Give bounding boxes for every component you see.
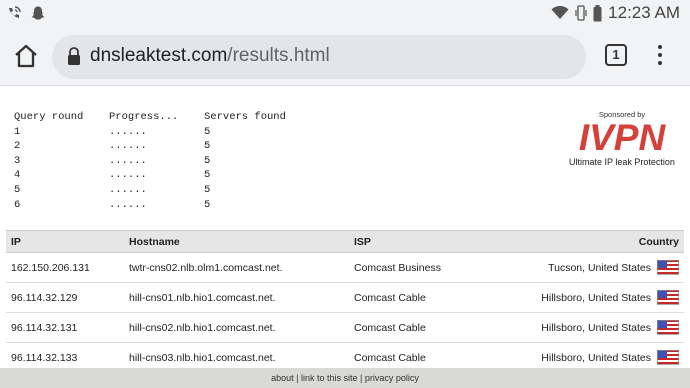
query-row: 1 ...... 5 [14, 125, 314, 140]
browser-toolbar: dnsleaktest.com/results.html 1 [0, 28, 690, 86]
tab-switcher-button[interactable]: 1 [605, 44, 627, 66]
table-row: 96.114.32.129 hill-cns01.nlb.hio1.comcas… [6, 282, 684, 313]
country-text: Tucson, United States [548, 261, 651, 274]
progress-cell: ...... [109, 198, 147, 211]
servers-found-cell: 5 [204, 169, 211, 182]
about-link[interactable]: about [271, 373, 294, 383]
ip-cell: 96.114.32.129 [6, 282, 124, 313]
wifi-call-icon [9, 6, 21, 18]
vibrate-icon [575, 5, 587, 21]
ip-cell: 96.114.32.131 [6, 312, 124, 343]
query-round-cell: 6 [14, 198, 21, 211]
ivpn-logo[interactable]: IVPN [566, 119, 678, 157]
ivpn-tagline: Ultimate IP leak Protection [569, 157, 675, 167]
status-right-icons: 12:23 AM [551, 3, 680, 23]
query-row: 6 ...... 5 [14, 198, 314, 213]
us-flag-icon [657, 290, 679, 305]
privacy-policy-link[interactable]: privacy policy [365, 373, 419, 383]
isp-cell: Comcast Cable [349, 282, 529, 313]
link-to-site-link[interactable]: link to this site [301, 373, 358, 383]
battery-icon [593, 4, 602, 21]
status-left-icons [6, 5, 46, 21]
url-domain: dnsleaktest.com [90, 45, 228, 66]
address-bar[interactable]: dnsleaktest.com/results.html [52, 35, 586, 79]
servers-found-cell: 5 [204, 125, 211, 138]
hostname-cell: hill-cns03.nlb.hio1.comcast.net. [124, 342, 349, 368]
progress-cell: ...... [109, 140, 147, 153]
progress-cell: ...... [109, 154, 147, 167]
us-flag-icon [657, 320, 679, 335]
country-cell: Hillsboro, United States [529, 282, 684, 313]
servers-found-cell: 5 [204, 198, 211, 211]
country-text: Hillsboro, United States [541, 291, 651, 304]
query-round-cell: 2 [14, 140, 21, 153]
progress-cell: ...... [109, 183, 147, 196]
query-row: 5 ...... 5 [14, 183, 314, 198]
country-cell: Tucson, United States [529, 252, 684, 283]
us-flag-icon [657, 350, 679, 365]
table-row: 96.114.32.133 hill-cns03.nlb.hio1.comcas… [6, 342, 684, 368]
query-round-table: Query round Progress... Servers found 1 … [14, 110, 314, 212]
isp-column-header: ISP [349, 230, 529, 253]
isp-cell: Comcast Cable [349, 312, 529, 343]
query-row: 4 ...... 5 [14, 168, 314, 183]
footer-separator: | [293, 373, 301, 383]
results-header-row: IP Hostname ISP Country [6, 230, 684, 253]
url-path: /results.html [227, 45, 330, 66]
hostname-cell: twtr-cns02.nlb.olm1.comcast.net. [124, 252, 349, 283]
query-round-cell: 1 [14, 125, 21, 138]
overflow-menu-icon[interactable] [650, 42, 670, 68]
progress-cell: ...... [109, 125, 147, 138]
hostname-column-header: Hostname [124, 230, 349, 253]
query-round-cell: 4 [14, 169, 21, 182]
ip-cell: 96.114.32.133 [6, 342, 124, 368]
query-round-cell: 5 [14, 183, 21, 196]
table-row: 162.150.206.131 twtr-cns02.nlb.olm1.comc… [6, 252, 684, 283]
servers-found-cell: 5 [204, 140, 211, 153]
wifi-icon [551, 6, 569, 19]
lock-icon [68, 47, 80, 65]
footer-separator: | [357, 373, 365, 383]
query-round-cell: 3 [14, 154, 21, 167]
servers-found-cell: 5 [204, 154, 211, 167]
progress-cell: ...... [109, 169, 147, 182]
country-text: Hillsboro, United States [541, 351, 651, 364]
country-text: Hillsboro, United States [541, 321, 651, 334]
page-footer: about | link to this site | privacy poli… [0, 368, 690, 388]
ip-column-header: IP [6, 230, 124, 253]
servers-found-header: Servers found [204, 111, 286, 123]
table-row: 96.114.32.131 hill-cns02.nlb.hio1.comcas… [6, 312, 684, 343]
hostname-cell: hill-cns02.nlb.hio1.comcast.net. [124, 312, 349, 343]
query-header-row: Query round Progress... Servers found [14, 110, 314, 125]
status-time: 12:23 AM [608, 3, 680, 22]
dns-results-table: IP Hostname ISP Country 162.150.206.131 … [6, 230, 684, 368]
query-row: 3 ...... 5 [14, 154, 314, 169]
country-cell: Hillsboro, United States [529, 312, 684, 343]
isp-cell: Comcast Business [349, 252, 529, 283]
ip-cell: 162.150.206.131 [6, 252, 124, 283]
page-content: Query round Progress... Servers found 1 … [0, 86, 690, 368]
url-text[interactable]: dnsleaktest.com/results.html [90, 45, 330, 67]
servers-found-cell: 5 [204, 183, 211, 196]
sponsor-block[interactable]: Sponsored by IVPN Ultimate IP leak Prote… [566, 110, 678, 167]
snapchat-icon [31, 6, 45, 20]
isp-cell: Comcast Cable [349, 342, 529, 368]
query-round-header: Query round [14, 111, 84, 123]
query-row: 2 ...... 5 [14, 139, 314, 154]
hostname-cell: hill-cns01.nlb.hio1.comcast.net. [124, 282, 349, 313]
country-column-header: Country [529, 230, 684, 253]
home-icon[interactable] [12, 42, 40, 70]
status-bar: 12:23 AM [0, 0, 690, 28]
progress-header: Progress... [109, 111, 179, 123]
us-flag-icon [657, 260, 679, 275]
country-cell: Hillsboro, United States [529, 342, 684, 368]
